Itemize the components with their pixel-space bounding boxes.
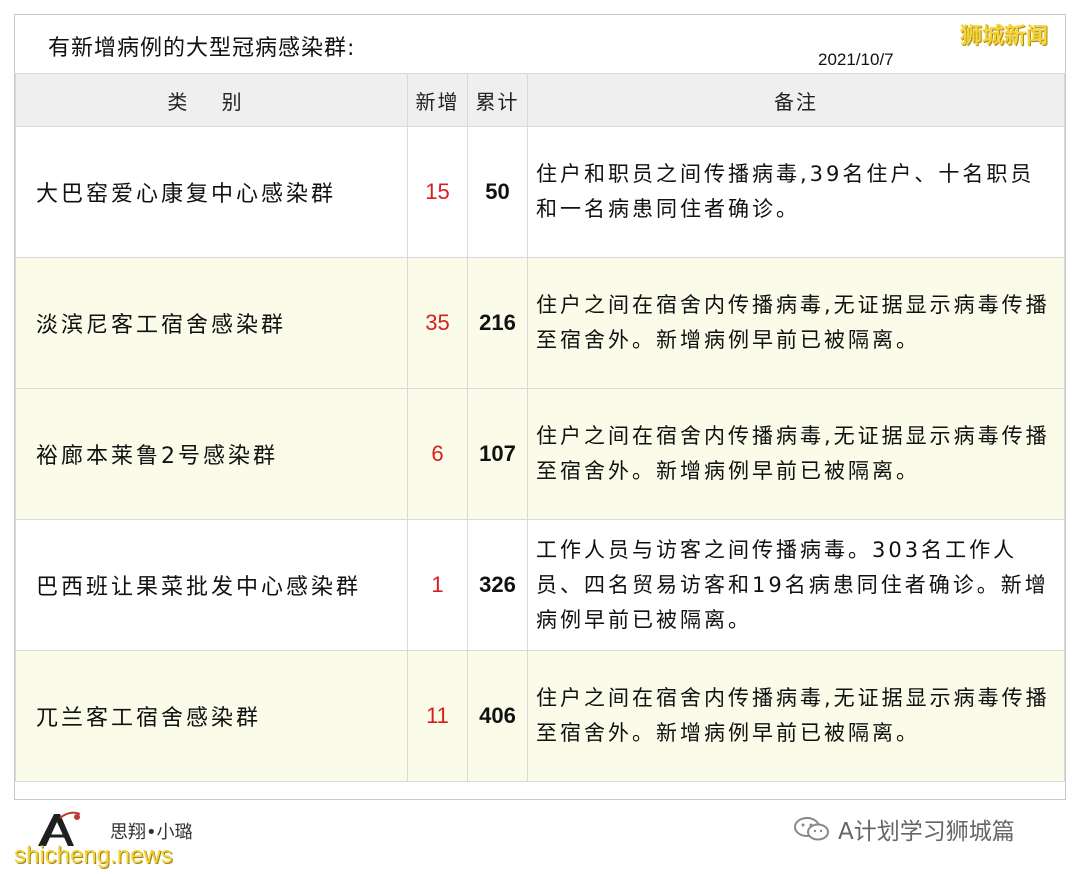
total-cases: 107 xyxy=(467,388,528,520)
table-row: 淡滨尼客工宿舍感染群 35 216 住户之间在宿舍内传播病毒,无证据显示病毒传播… xyxy=(15,257,1065,389)
total-cases: 216 xyxy=(467,257,528,389)
cluster-note: 工作人员与访客之间传播病毒。303名工作人员、四名贸易访客和19名病患同住者确诊… xyxy=(527,519,1065,651)
header-note: 备注 xyxy=(527,73,1065,127)
cluster-name: 大巴窑爱心康复中心感染群 xyxy=(15,126,408,258)
header-total: 累计 xyxy=(467,73,528,127)
cluster-name: 裕廊本莱鲁2号感染群 xyxy=(15,388,408,520)
new-cases: 11 xyxy=(407,650,468,782)
table-row: 兀兰客工宿舍感染群 11 406 住户之间在宿舍内传播病毒,无证据显示病毒传播至… xyxy=(15,650,1065,782)
table-row: 裕廊本莱鲁2号感染群 6 107 住户之间在宿舍内传播病毒,无证据显示病毒传播至… xyxy=(15,388,1065,520)
site-watermark: shicheng.news xyxy=(14,842,173,869)
total-cases: 326 xyxy=(467,519,528,651)
cluster-name: 巴西班让果菜批发中心感染群 xyxy=(15,519,408,651)
report-date: 2021/10/7 xyxy=(818,50,894,69)
author-credit: 思翔•小璐 xyxy=(110,822,193,843)
page-title: 有新增病例的大型冠病感染群: xyxy=(48,36,356,61)
total-cases: 50 xyxy=(467,126,528,258)
header-new: 新增 xyxy=(407,73,468,127)
cluster-name: 淡滨尼客工宿舍感染群 xyxy=(15,257,408,389)
wechat-account-name: A计划学习狮城篇 xyxy=(838,819,1015,845)
table-row: 巴西班让果菜批发中心感染群 1 326 工作人员与访客之间传播病毒。303名工作… xyxy=(15,519,1065,651)
cluster-note: 住户之间在宿舍内传播病毒,无证据显示病毒传播至宿舍外。新增病例早前已被隔离。 xyxy=(527,388,1065,520)
new-cases: 35 xyxy=(407,257,468,389)
table-row: 大巴窑爱心康复中心感染群 15 50 住户和职员之间传播病毒,39名住户、十名职… xyxy=(15,126,1065,258)
wechat-icon xyxy=(794,817,829,841)
header-category: 类 别 xyxy=(15,73,408,127)
wechat-account: A计划学习狮城篇 xyxy=(792,812,1015,846)
new-cases: 6 xyxy=(407,388,468,520)
total-cases: 406 xyxy=(467,650,528,782)
new-cases: 1 xyxy=(407,519,468,651)
cluster-note: 住户和职员之间传播病毒,39名住户、十名职员和一名病患同住者确诊。 xyxy=(527,126,1065,258)
cluster-table: 类 别 新增 累计 备注 大巴窑爱心康复中心感染群 15 50 住户和职员之间传… xyxy=(15,73,1065,782)
cluster-note: 住户之间在宿舍内传播病毒,无证据显示病毒传播至宿舍外。新增病例早前已被隔离。 xyxy=(527,257,1065,389)
cluster-note: 住户之间在宿舍内传播病毒,无证据显示病毒传播至宿舍外。新增病例早前已被隔离。 xyxy=(527,650,1065,782)
table-header-row: 类 别 新增 累计 备注 xyxy=(15,73,1065,127)
corner-watermark: 狮城新闻 xyxy=(960,24,1049,49)
new-cases: 15 xyxy=(407,126,468,258)
cluster-name: 兀兰客工宿舍感染群 xyxy=(15,650,408,782)
